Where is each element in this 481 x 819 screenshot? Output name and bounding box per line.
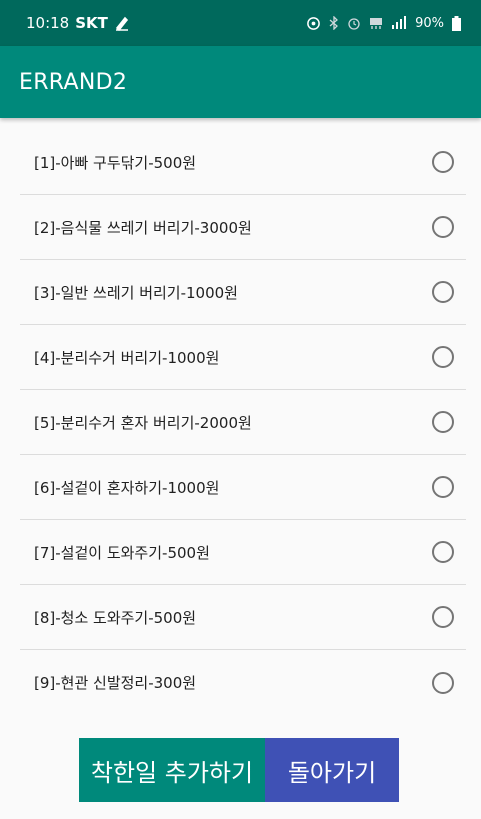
battery-icon xyxy=(452,15,461,31)
location-icon xyxy=(306,16,321,31)
clock: 10:18 xyxy=(26,14,70,32)
errand-item[interactable]: [8]-청소 도와주기-500원 xyxy=(20,585,466,650)
errand-item[interactable]: [2]-음식물 쓰레기 버리기-3000원 xyxy=(20,195,466,260)
back-button[interactable]: 돌아가기 xyxy=(265,738,399,802)
errand-label: [6]-설겉이 혼자하기-1000원 xyxy=(34,478,220,497)
bluetooth-icon xyxy=(329,16,339,30)
errand-radio-button[interactable] xyxy=(432,606,454,628)
errand-radio-button[interactable] xyxy=(432,671,454,694)
signal-icon xyxy=(391,16,407,30)
errand-radio-button[interactable] xyxy=(432,216,454,238)
battery-percent: 90% xyxy=(415,15,444,31)
errand-label: [2]-음식물 쓰레기 버리기-3000원 xyxy=(34,218,252,237)
errand-item[interactable]: [5]-분리수거 혼자 버리기-2000원 xyxy=(20,390,466,455)
errand-label: [7]-설겉이 도와주기-500원 xyxy=(34,543,210,562)
errand-item[interactable]: [1]-아빠 구두닦기-500원 xyxy=(20,130,466,195)
carrier-label: SKT xyxy=(75,14,108,32)
status-left: 10:18 SKT xyxy=(26,14,130,32)
alarm-icon xyxy=(347,16,361,30)
edit-hand-icon xyxy=(114,15,130,31)
errand-radio-button[interactable] xyxy=(432,281,454,303)
errand-item[interactable]: [4]-분리수거 버리기-1000원 xyxy=(20,325,466,390)
data-icon xyxy=(369,16,383,30)
app-title: ERRAND2 xyxy=(19,69,128,95)
errand-list: [1]-아빠 구두닦기-500원 [2]-음식물 쓰레기 버리기-3000원 [3]… xyxy=(20,130,466,715)
errand-item[interactable]: [3]-일반 쓰레기 버리기-1000원 xyxy=(20,260,466,325)
errand-label: [5]-분리수거 혼자 버리기-2000원 xyxy=(34,413,252,432)
errand-label: [8]-청소 도와주기-500원 xyxy=(34,608,197,627)
button-bar: 착한일 추가하기 돌아가기 xyxy=(79,738,399,802)
errand-radio-button[interactable] xyxy=(432,346,454,368)
status-right: 90% xyxy=(306,15,461,31)
errand-radio-button[interactable] xyxy=(432,151,454,173)
errand-label: [9]-현관 신발정리-300원 xyxy=(34,674,197,692)
errand-radio-button[interactable] xyxy=(432,411,454,433)
app-bar: ERRAND2 xyxy=(0,46,481,118)
errand-label: [1]-아빠 구두닦기-500원 xyxy=(34,153,197,172)
errand-item[interactable]: [9]-현관 신발정리-300원 xyxy=(20,650,466,715)
errand-item[interactable]: [7]-설겉이 도와주기-500원 xyxy=(20,520,466,585)
status-bar: 10:18 SKT 90% xyxy=(0,0,481,46)
errand-label: [4]-분리수거 버리기-1000원 xyxy=(34,348,220,367)
errand-item[interactable]: [6]-설겉이 혼자하기-1000원 xyxy=(20,455,466,520)
add-good-deed-button[interactable]: 착한일 추가하기 xyxy=(79,738,265,802)
errand-label: [3]-일반 쓰레기 버리기-1000원 xyxy=(34,283,238,302)
errand-radio-button[interactable] xyxy=(432,541,454,563)
errand-radio-button[interactable] xyxy=(432,476,454,498)
